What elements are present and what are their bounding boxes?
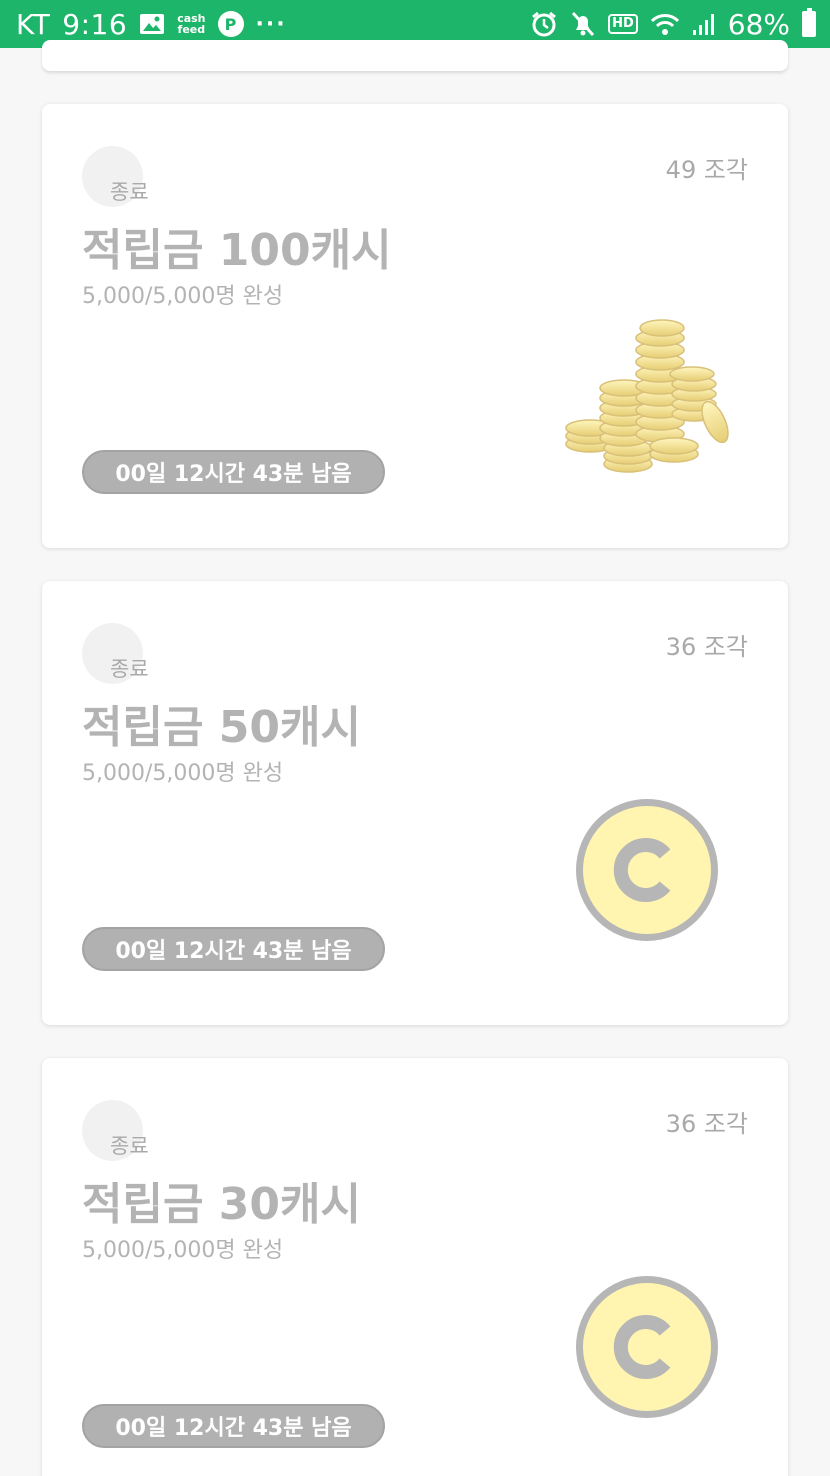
p-badge-icon: P [217, 11, 244, 37]
pieces-count: 36 조각 [665, 633, 748, 661]
hd-icon: HD [608, 14, 638, 34]
reward-card-100[interactable]: 종료 49 조각 적립금 100캐시 5,000/5,000명 완성 00일 1… [42, 104, 788, 548]
card-title: 적립금 30캐시 [82, 1179, 361, 1230]
status-label: 종료 [110, 180, 149, 204]
cashfeed-icon: cash feed [177, 12, 206, 36]
battery-percent: 68% [727, 7, 790, 41]
timer-pill: 00일 12시간 43분 남음 [82, 450, 385, 494]
card-progress: 5,000/5,000명 완성 [82, 284, 284, 309]
card-title: 적립금 50캐시 [82, 702, 361, 753]
card-title: 적립금 100캐시 [82, 225, 392, 276]
cash-coin-icon [576, 1276, 718, 1418]
mute-icon [570, 10, 596, 38]
reward-card-30[interactable]: 종료 36 조각 적립금 30캐시 5,000/5,000명 완성 00일 12… [42, 1058, 788, 1476]
previous-card[interactable] [42, 40, 788, 71]
carrier-label: KT [16, 7, 51, 41]
coin-stack-icon [562, 314, 732, 474]
more-icon: ··· [255, 11, 287, 37]
status-label: 종료 [110, 657, 149, 681]
cash-coin-icon [576, 799, 718, 941]
timer-pill: 00일 12시간 43분 남음 [82, 927, 385, 971]
battery-icon [802, 8, 816, 37]
clock: 9:16 [62, 7, 128, 41]
reward-card-50[interactable]: 종료 36 조각 적립금 50캐시 5,000/5,000명 완성 00일 12… [42, 581, 788, 1025]
pieces-count: 49 조각 [665, 156, 748, 184]
status-label: 종료 [110, 1134, 149, 1158]
signal-icon [692, 12, 716, 36]
pieces-count: 36 조각 [665, 1110, 748, 1138]
card-progress: 5,000/5,000명 완성 [82, 1238, 284, 1263]
alarm-icon [530, 10, 558, 38]
wifi-icon [650, 12, 680, 36]
image-icon [139, 13, 165, 35]
timer-pill: 00일 12시간 43분 남음 [82, 1404, 385, 1448]
card-progress: 5,000/5,000명 완성 [82, 761, 284, 786]
